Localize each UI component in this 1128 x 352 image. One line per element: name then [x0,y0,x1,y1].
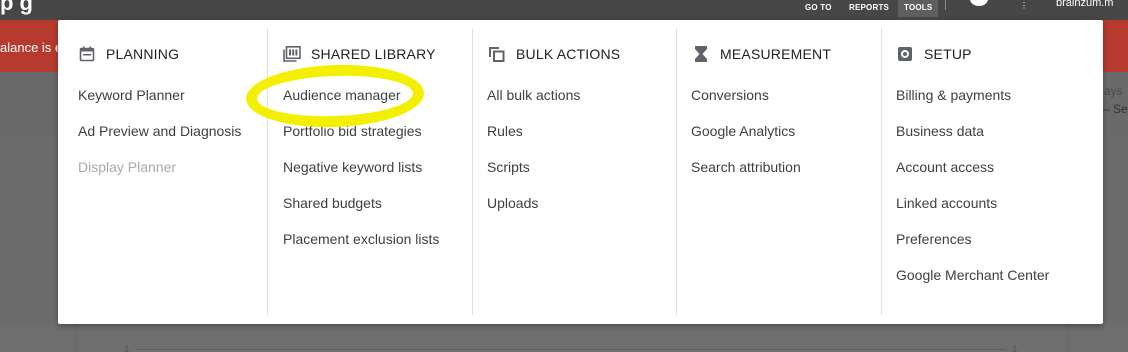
hourglass-icon [692,45,710,63]
menu-heading-label: PLANNING [106,46,180,62]
menu-heading-planning: PLANNING [78,44,179,64]
page-title: p g [0,0,33,15]
gear-icon [896,45,914,63]
menu-item-business-data[interactable]: Business data [896,123,984,139]
menu-item-uploads[interactable]: Uploads [487,195,538,211]
column-divider [267,28,268,315]
date-compare-fragment: – Se [1103,102,1128,116]
account-email[interactable]: brainzum.m [1056,0,1113,9]
menu-item-placement-exclusion-lists[interactable]: Placement exclusion lists [283,231,439,247]
menu-heading-label: BULK ACTIONS [516,46,621,62]
chart-gridline [136,349,1006,350]
menu-item-scripts[interactable]: Scripts [487,159,530,175]
menu-item-shared-budgets[interactable]: Shared budgets [283,195,382,211]
billing-alert-text: alance is e [0,40,63,55]
menu-heading-label: SHARED LIBRARY [311,46,436,62]
menu-column-setup: SETUP Billing & payments Business data A… [881,20,1086,324]
chart-tick-right: 1 [1012,344,1018,352]
date-range-fragment: ays [1104,84,1123,98]
tools-nav-button[interactable]: TOOLS [898,0,939,17]
menu-heading-setup: SETUP [896,44,972,64]
menu-item-search-attribution[interactable]: Search attribution [691,159,801,175]
menu-item-negative-keyword-lists[interactable]: Negative keyword lists [283,159,422,175]
library-icon [283,45,301,63]
menu-item-rules[interactable]: Rules [487,123,523,139]
reports-nav-button[interactable]: REPORTS [849,3,889,12]
menu-heading-measurement: MEASUREMENT [692,44,831,64]
menu-item-billing-payments[interactable]: Billing & payments [896,87,1011,103]
menu-item-google-merchant-center[interactable]: Google Merchant Center [896,267,1049,283]
chart-card [76,322,1068,352]
menu-item-keyword-planner[interactable]: Keyword Planner [78,87,185,103]
column-divider [881,28,882,315]
calendar-icon [78,45,96,63]
menu-item-conversions[interactable]: Conversions [691,87,769,103]
copy-stack-icon [488,45,506,63]
column-divider [472,28,473,315]
menu-item-google-analytics[interactable]: Google Analytics [691,123,795,139]
menu-heading-label: MEASUREMENT [720,46,832,62]
menu-item-ad-preview[interactable]: Ad Preview and Diagnosis [78,123,241,139]
menu-item-preferences[interactable]: Preferences [896,231,971,247]
top-app-bar [0,0,1128,20]
chart-tick-left: 1 [124,344,130,352]
column-divider [676,28,677,315]
menu-item-display-planner: Display Planner [78,159,177,175]
menu-column-bulk-actions: BULK ACTIONS All bulk actions Rules Scri… [472,20,677,324]
menu-heading-bulk-actions: BULK ACTIONS [488,44,620,64]
menu-item-all-bulk-actions[interactable]: All bulk actions [487,87,580,103]
menu-column-planning: PLANNING Keyword Planner Ad Preview and … [58,20,263,324]
menu-column-measurement: MEASUREMENT Conversions Google Analytics… [676,20,881,324]
menu-item-linked-accounts[interactable]: Linked accounts [896,195,997,211]
menu-heading-shared-library: SHARED LIBRARY [283,44,436,64]
nav-divider [945,0,946,10]
tools-menu: PLANNING Keyword Planner Ad Preview and … [58,20,1103,324]
more-vert-icon[interactable]: ⋮ [1020,1,1028,10]
menu-item-account-access[interactable]: Account access [896,159,994,175]
menu-heading-label: SETUP [924,46,972,62]
goto-nav-button[interactable]: GO TO [805,3,832,12]
